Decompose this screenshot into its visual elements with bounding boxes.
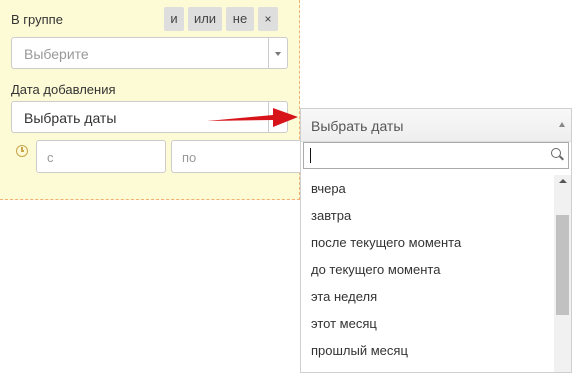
filter-panel: В группе и или не × Выберите Дата добавл… <box>0 0 300 200</box>
date-from-placeholder: с <box>47 150 54 165</box>
date-from-input[interactable]: с <box>36 140 166 173</box>
date-added-label: Дата добавления <box>11 82 116 97</box>
option-this-month[interactable]: этот месяц <box>301 310 553 337</box>
option-before-now[interactable]: до текущего момента <box>301 256 553 283</box>
remove-condition-button[interactable]: × <box>258 7 278 31</box>
date-dropdown: Выбрать даты вчера завтра после текущего… <box>300 108 572 373</box>
dropdown-options-list: вчера завтра после текущего момента до т… <box>301 175 553 364</box>
chevron-up-icon <box>559 122 565 127</box>
group-select-toggle[interactable] <box>268 38 287 68</box>
not-button[interactable]: не <box>226 7 254 31</box>
group-label: В группе <box>11 12 63 27</box>
dropdown-search-input[interactable] <box>303 142 569 169</box>
option-after-now[interactable]: после текущего момента <box>301 229 553 256</box>
dropdown-header[interactable]: Выбрать даты <box>301 109 571 142</box>
date-to-input[interactable]: по <box>171 140 300 173</box>
option-this-week[interactable]: эта неделя <box>301 283 553 310</box>
option-yesterday[interactable]: вчера <box>301 175 553 202</box>
option-tomorrow[interactable]: завтра <box>301 202 553 229</box>
dropdown-title: Выбрать даты <box>311 118 404 134</box>
text-caret <box>310 148 311 163</box>
date-select-value: Выбрать даты <box>24 110 117 126</box>
date-to-placeholder: по <box>182 150 197 165</box>
scrollbar-thumb[interactable] <box>556 215 569 315</box>
clock-icon[interactable] <box>16 145 28 157</box>
or-button[interactable]: или <box>188 7 222 31</box>
scroll-up-icon[interactable] <box>559 179 567 183</box>
chevron-down-icon <box>275 52 281 56</box>
option-last-month[interactable]: прошлый месяц <box>301 337 553 364</box>
group-select-placeholder: Выберите <box>24 46 89 62</box>
search-icon <box>551 148 561 158</box>
annotation-arrow <box>207 108 298 127</box>
and-button[interactable]: и <box>164 7 184 31</box>
group-select[interactable]: Выберите <box>11 37 288 69</box>
dropdown-scrollbar[interactable] <box>554 175 571 372</box>
